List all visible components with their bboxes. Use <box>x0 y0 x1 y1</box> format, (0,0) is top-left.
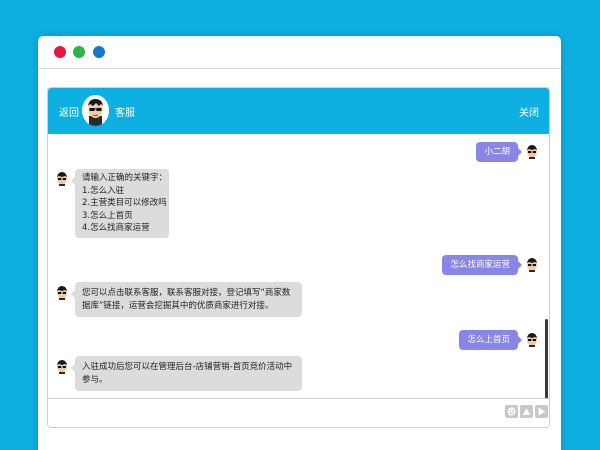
message-text: 您可以点击联系客服，联系客服对接，登记填写“商家数据库”链接，运营会挖掘其中的优… <box>82 288 291 311</box>
window-minimize-dot[interactable] <box>73 46 85 58</box>
message-scrollbar[interactable] <box>545 319 548 399</box>
message-line: 4.怎么找商家运营 <box>82 223 150 233</box>
message-text: 怎么找商家运营 <box>450 260 510 270</box>
message-line: 1.怎么入驻 <box>82 185 125 196</box>
window-close-dot[interactable] <box>54 46 66 58</box>
emoji-button[interactable] <box>505 405 518 418</box>
image-upload-icon <box>522 408 531 415</box>
message-line: 2.主营类目可以修改吗 <box>82 198 167 208</box>
input-bar <box>48 398 549 427</box>
service-avatar <box>82 95 109 126</box>
chat-title: 客服 <box>115 108 135 119</box>
service-avatar-icon <box>57 360 67 374</box>
user-avatar-icon <box>527 145 537 159</box>
send-icon <box>538 407 546 416</box>
service-avatar-icon <box>57 286 67 300</box>
user-avatar-icon <box>527 333 537 347</box>
browser-window: 返回 客服 关闭 小二胡 请输入正确的关键字： 1.怎么入驻 2.主营类目可以修… <box>38 36 561 450</box>
emoji-icon <box>507 407 516 416</box>
message-text: 入驻成功后您可以在管理后台-店铺营销-首页竞价活动中参与。 <box>82 362 293 385</box>
outgoing-message: 怎么上首页 <box>459 330 522 350</box>
incoming-message: 您可以点击联系客服，联系客服对接，登记填写“商家数据库”链接，运营会挖掘其中的优… <box>71 282 302 317</box>
message-text: 怎么上首页 <box>467 335 510 345</box>
message-list[interactable]: 小二胡 请输入正确的关键字： 1.怎么入驻 2.主营类目可以修改吗 3.怎么上首… <box>48 134 549 400</box>
close-link[interactable]: 关闭 <box>519 104 539 119</box>
message-text: 小二胡 <box>484 147 510 157</box>
avatar-icon <box>82 95 109 126</box>
image-upload-button[interactable] <box>520 405 533 418</box>
service-avatar-icon <box>57 172 67 186</box>
window-titlebar <box>38 36 561 69</box>
outgoing-message: 小二胡 <box>476 142 522 162</box>
chat-panel: 返回 客服 关闭 小二胡 请输入正确的关键字： 1.怎么入驻 2.主营类目可以修… <box>47 87 550 428</box>
incoming-message: 入驻成功后您可以在管理后台-店铺营销-首页竞价活动中参与。 <box>71 356 302 391</box>
message-line: 3.怎么上首页 <box>82 210 133 221</box>
incoming-message: 请输入正确的关键字： 1.怎么入驻 2.主营类目可以修改吗 3.怎么上首页 4.… <box>71 169 169 238</box>
window-maximize-dot[interactable] <box>93 46 105 58</box>
user-avatar-icon <box>527 258 537 272</box>
outgoing-message: 怎么找商家运营 <box>442 255 522 275</box>
back-link[interactable]: 返回 <box>59 104 79 119</box>
message-input[interactable] <box>50 403 502 423</box>
chat-header: 返回 客服 关闭 <box>48 88 549 134</box>
send-button[interactable] <box>535 405 548 418</box>
message-line: 请输入正确的关键字： <box>82 173 168 183</box>
